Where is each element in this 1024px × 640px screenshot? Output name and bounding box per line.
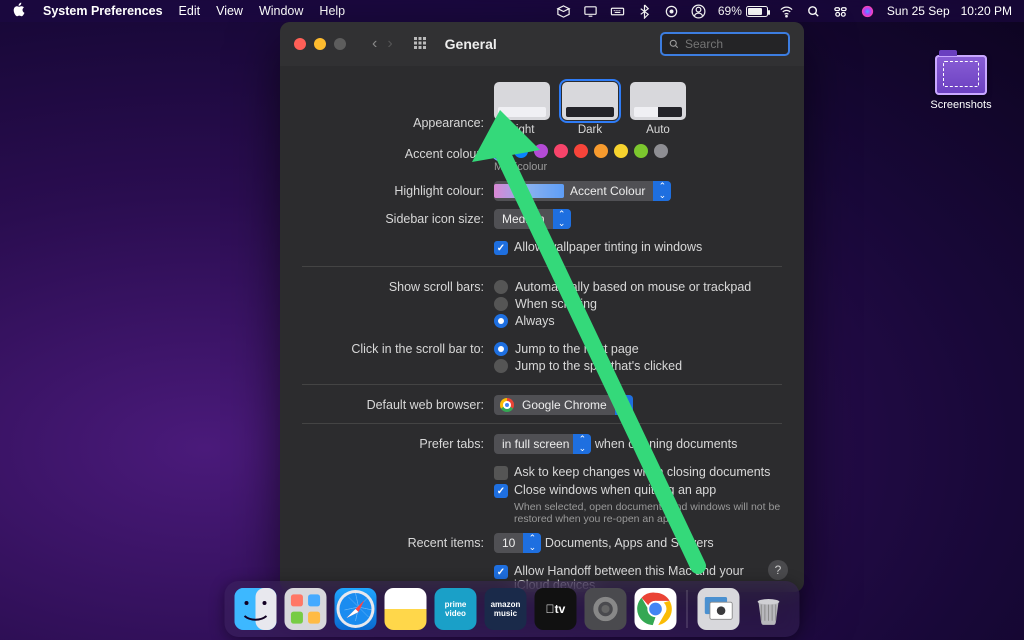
menubar-time[interactable]: 10:20 PM bbox=[961, 4, 1012, 18]
search-icon bbox=[668, 38, 680, 50]
dock-safari[interactable] bbox=[335, 588, 377, 630]
dock-preview-app[interactable] bbox=[698, 588, 740, 630]
menu-window[interactable]: Window bbox=[259, 4, 303, 18]
accent-label: Accent colour: bbox=[302, 144, 494, 161]
display-icon[interactable] bbox=[583, 3, 599, 19]
scroll-when-radio[interactable]: When scrolling bbox=[494, 297, 782, 311]
accent-graphite[interactable] bbox=[654, 144, 668, 158]
menubar: System Preferences Edit View Window Help… bbox=[0, 0, 1024, 22]
dock-prime-video[interactable]: primevideo bbox=[435, 588, 477, 630]
dock-chrome[interactable] bbox=[635, 588, 677, 630]
siri-icon[interactable] bbox=[860, 3, 876, 19]
search-field[interactable] bbox=[660, 32, 790, 56]
system-preferences-window: ‹ › General Appearance: Light Dark Auto bbox=[280, 22, 804, 592]
zoom-button[interactable] bbox=[334, 38, 346, 50]
close-button[interactable] bbox=[294, 38, 306, 50]
battery-status[interactable]: 69% bbox=[718, 4, 768, 18]
sidebar-size-select[interactable]: Medium bbox=[494, 209, 571, 229]
recent-label: Recent items: bbox=[302, 533, 494, 550]
highlight-select[interactable]: Accent Colour bbox=[494, 181, 671, 201]
accent-pink[interactable] bbox=[554, 144, 568, 158]
appearance-label: Appearance: bbox=[302, 88, 494, 130]
menubar-date[interactable]: Sun 25 Sep bbox=[887, 4, 950, 18]
highlight-label: Highlight colour: bbox=[302, 181, 494, 198]
bluetooth-icon[interactable] bbox=[637, 3, 653, 19]
accent-blue[interactable] bbox=[514, 144, 528, 158]
click-spot-radio[interactable]: Jump to the spot that's clicked bbox=[494, 359, 782, 373]
dock-apple-tv[interactable]: tv bbox=[535, 588, 577, 630]
wifi-icon[interactable] bbox=[779, 3, 795, 19]
click-scroll-label: Click in the scroll bar to: bbox=[302, 339, 494, 356]
battery-pct: 69% bbox=[718, 4, 742, 18]
accent-red[interactable] bbox=[574, 144, 588, 158]
dock: primevideo amazonmusic tv bbox=[225, 581, 800, 637]
sidebar-size-label: Sidebar icon size: bbox=[302, 209, 494, 226]
prefer-tabs-suffix: when opening documents bbox=[595, 437, 737, 451]
control-center-icon[interactable] bbox=[833, 3, 849, 19]
dropbox-icon[interactable] bbox=[556, 3, 572, 19]
back-button[interactable]: ‹ bbox=[370, 35, 379, 53]
user-icon[interactable] bbox=[691, 3, 707, 19]
desktop-folder-screenshots[interactable]: Screenshots bbox=[926, 55, 996, 111]
click-next-radio[interactable]: Jump to the next page bbox=[494, 342, 782, 356]
menu-view[interactable]: View bbox=[216, 4, 243, 18]
forward-button[interactable]: › bbox=[385, 35, 394, 53]
window-toolbar: ‹ › General bbox=[280, 22, 804, 66]
accent-multicolor[interactable] bbox=[494, 144, 508, 158]
keyboard-icon[interactable] bbox=[610, 3, 626, 19]
accent-sublabel: Multicolour bbox=[494, 161, 782, 173]
recent-suffix: Documents, Apps and Servers bbox=[545, 536, 714, 550]
accent-yellow[interactable] bbox=[614, 144, 628, 158]
dock-finder[interactable] bbox=[235, 588, 277, 630]
accent-swatches bbox=[494, 144, 782, 158]
close-windows-subtext: When selected, open documents and window… bbox=[514, 501, 782, 525]
window-title: General bbox=[445, 36, 497, 52]
ask-keep-checkbox[interactable]: Ask to keep changes when closing documen… bbox=[494, 465, 782, 480]
traffic-lights bbox=[294, 38, 346, 50]
folder-icon bbox=[935, 55, 987, 95]
menu-help[interactable]: Help bbox=[319, 4, 345, 18]
scroll-always-radio[interactable]: Always bbox=[494, 314, 782, 328]
wallpaper-tint-checkbox[interactable]: Allow wallpaper tinting in windows bbox=[494, 240, 782, 255]
scroll-auto-radio[interactable]: Automatically based on mouse or trackpad bbox=[494, 280, 782, 294]
app-name[interactable]: System Preferences bbox=[43, 4, 163, 18]
help-button[interactable]: ? bbox=[768, 560, 788, 580]
browser-select[interactable]: Google Chrome bbox=[494, 395, 633, 415]
dock-notes[interactable] bbox=[385, 588, 427, 630]
dock-separator bbox=[687, 590, 688, 628]
accent-orange[interactable] bbox=[594, 144, 608, 158]
show-all-button[interactable] bbox=[413, 36, 427, 53]
appearance-auto[interactable]: Auto bbox=[630, 82, 686, 136]
search-input[interactable] bbox=[685, 37, 775, 51]
appearance-dark[interactable]: Dark bbox=[562, 82, 618, 136]
menu-edit[interactable]: Edit bbox=[179, 4, 201, 18]
browser-label: Default web browser: bbox=[302, 395, 494, 412]
minimize-button[interactable] bbox=[314, 38, 326, 50]
search-icon[interactable] bbox=[806, 3, 822, 19]
prefer-tabs-select[interactable]: in full screen bbox=[494, 434, 591, 454]
accent-green[interactable] bbox=[634, 144, 648, 158]
battery-icon bbox=[746, 6, 768, 17]
accent-purple[interactable] bbox=[534, 144, 548, 158]
dock-launchpad[interactable] bbox=[285, 588, 327, 630]
scrollbars-label: Show scroll bars: bbox=[302, 277, 494, 294]
folder-label: Screenshots bbox=[926, 99, 996, 111]
dock-settings[interactable] bbox=[585, 588, 627, 630]
apple-menu[interactable] bbox=[12, 2, 27, 20]
close-windows-checkbox[interactable]: Close windows when quitting an app bbox=[494, 483, 782, 498]
recent-select[interactable]: 10 bbox=[494, 533, 541, 553]
dock-amazon-music[interactable]: amazonmusic bbox=[485, 588, 527, 630]
dock-trash[interactable] bbox=[748, 588, 790, 630]
record-icon[interactable] bbox=[664, 3, 680, 19]
appearance-light[interactable]: Light bbox=[494, 82, 550, 136]
prefer-tabs-label: Prefer tabs: bbox=[302, 434, 494, 451]
